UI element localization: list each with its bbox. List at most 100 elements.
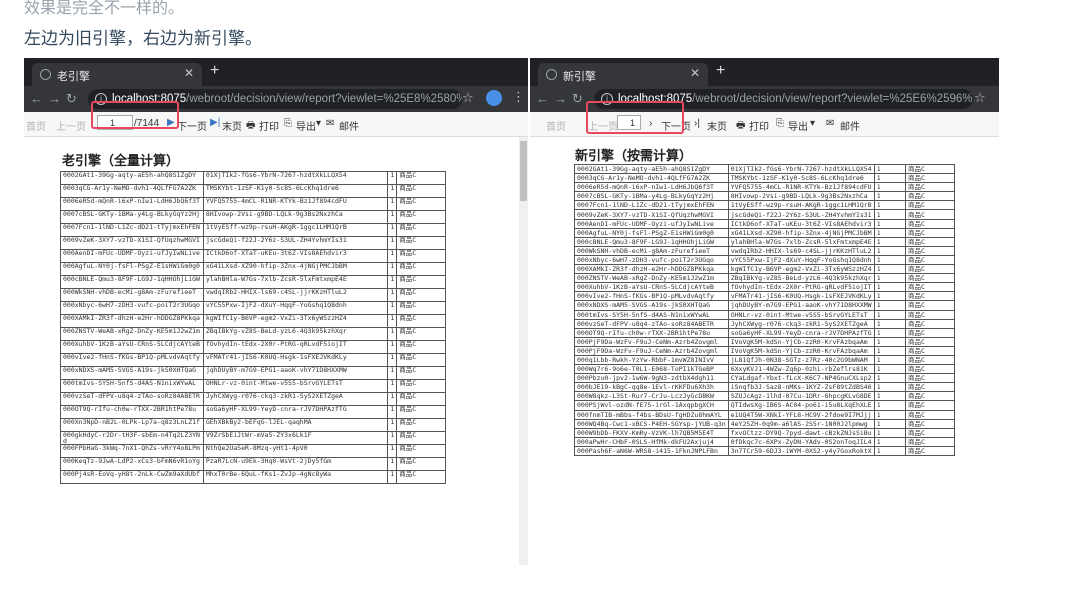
print-button[interactable]: 打印 — [749, 118, 769, 133]
first-page-button[interactable]: 首页 — [546, 118, 566, 133]
table-cell: xG41LXsd-XZ90-hfip-3Znx-4jNGjPMCJbBM — [202, 262, 389, 276]
table-cell: YVFQ5755-4mCL-R1NR-KTYk-Bz1Jf894cdFU — [727, 182, 875, 193]
star-icon[interactable]: ☆ — [974, 90, 986, 106]
table-cell: vYC55Pxw-IjF2-dXuY-HqqF-YoGshq1Q8dnh — [202, 301, 389, 315]
table-cell: 1 — [873, 373, 906, 384]
table-row: 000vIve2-fHnS-fKGs-BP1Q-pMLvdvAqtfy vFMAT… — [574, 291, 956, 302]
table-cell: 0007cBSL-GKTy-1BMa-y4Lg-BLkyGqYz2Hj — [60, 210, 204, 224]
table-cell: vwdqIRb2-HHIX-ls69-c4SL-jjrKKzHTluL2 — [202, 288, 389, 302]
table-row: 000Pbzu0-jpv2-1w6W-9gN3-zdtbX4dgh11 CYaLd… — [574, 373, 956, 384]
prev-page-button[interactable]: 上一页 — [56, 118, 86, 133]
last-page-button[interactable]: 末页 — [707, 118, 727, 133]
table-cell: 商品C — [396, 314, 446, 328]
menu-icon[interactable]: ⋮ — [512, 89, 525, 105]
scrollbar-thumb[interactable] — [520, 141, 527, 201]
table-cell: 1 — [873, 382, 906, 393]
table-cell: kgWIfC1y-B6VP-egm2-VxZi-3Tx6yWSzzHZ4 — [727, 264, 875, 275]
table-cell: 1 — [873, 318, 906, 329]
forward-icon[interactable]: → — [554, 91, 567, 106]
export-icon[interactable]: ⎘ — [284, 118, 292, 129]
right-browser-window: 新引擎 ✕ + ← → ↻ i localhost:8075/webroot/d… — [530, 58, 999, 565]
close-icon[interactable]: ✕ — [184, 66, 194, 80]
extension-icon[interactable] — [486, 90, 502, 106]
mail-button[interactable]: 邮件 — [840, 118, 860, 133]
table-cell: 商品C — [396, 288, 446, 302]
mail-button[interactable]: 邮件 — [339, 118, 359, 133]
forward-icon[interactable]: → — [48, 91, 61, 106]
dropdown-icon[interactable]: ▾ — [316, 118, 321, 129]
table-cell: 商品C — [904, 282, 956, 293]
tab-new-engine[interactable]: 新引擎 ✕ — [538, 63, 708, 86]
mail-icon[interactable]: ✉ — [826, 118, 834, 129]
table-cell: 商品C — [396, 275, 446, 289]
scrollbar[interactable] — [519, 137, 528, 565]
table-cell: 1 — [387, 340, 398, 354]
table-row: 000WQ4Bq-Cwc1-xBCS-P4EH-SGYsp-jYUB-q3n 4e… — [574, 418, 956, 429]
table-cell: 1 — [387, 353, 398, 367]
reload-icon[interactable]: ↻ — [66, 91, 77, 107]
back-icon[interactable]: ← — [30, 91, 43, 106]
print-icon[interactable]: 🖶 — [246, 118, 255, 135]
tab-bar: 老引擎 ✕ + — [24, 58, 528, 86]
print-button[interactable]: 打印 — [259, 118, 279, 133]
table-cell: 1 — [873, 345, 906, 356]
table-cell: NthQe2UaSeR-8Mzq-yHt1-4pV0 — [202, 444, 389, 458]
table-cell: 商品C — [904, 309, 956, 320]
table-row: 000cBNLE-Qmu3-8F9F-LG9J-1qHHOhjLiGW ylahB… — [574, 236, 956, 247]
table-cell: CYaLdgaf-Ybxt-fLcX-K6C7-NP4GnuCXLsp2 — [727, 373, 875, 384]
table-cell: 000cBNLE-Qmu3-8F9F-LG9J-1qHHOhjLiGW — [574, 236, 729, 247]
last-arrow-icon[interactable]: ›| — [694, 118, 700, 129]
last-page-button[interactable]: 末页 — [222, 118, 242, 133]
table-cell: 商品C — [396, 249, 446, 263]
table-cell: jqhDUyBY-m7G9-EPG1-aaoK-vhY71D8HXXMW — [727, 300, 875, 311]
table-cell: 商品C — [904, 264, 956, 275]
table-row: 000xNDXS-mAM5-SVGS-A19s-jkS0XHTQaG jqhDUy… — [60, 366, 446, 380]
first-page-button[interactable]: 首页 — [26, 118, 46, 133]
export-button[interactable]: 导出 — [296, 118, 316, 133]
table-row: 000gkHdyC-r2Dr-tH3F-sbEm-n4Tq2LZ3YNd V9Zr… — [60, 431, 446, 445]
dropdown-icon[interactable]: ▾ — [810, 118, 815, 129]
table-cell: V9ZrSbEiJtWr-mVa5-ZY3x6Lk1F — [202, 431, 389, 445]
table-cell: 1tVyESff-wz9p-rsuH-AKgR-1ggc1LHM1QrB — [202, 223, 389, 237]
next-page-button[interactable]: 下一页 — [177, 118, 207, 133]
table-cell: 000bJE19-kBgC-qq8e-1Evl-rKKFDu6Xh3h — [574, 382, 729, 393]
table-row: 000WkSNH-vhDB-ecMi-g8Am-zFurefieeT vwdqIR… — [574, 245, 956, 256]
print-icon[interactable]: 🖶 — [736, 118, 745, 135]
tab-old-engine[interactable]: 老引擎 ✕ — [32, 63, 202, 86]
table-row: 0002GAt1-39Gg-aqty-aE5h-ahQ8S1ZgDY 01XjTI… — [574, 163, 956, 175]
table-cell: TMSKYbt-1zSF-K1y0-Sc8S-6LcKhq1dre6 — [202, 184, 389, 198]
table-cell: 1 — [387, 236, 398, 250]
close-icon[interactable]: ✕ — [690, 66, 700, 80]
table-cell: YVFQ5755-4mCL-R1NR-KTYk-Bz1Jf894cdFU — [202, 197, 389, 211]
table-row: 000XAMkI-ZR3f-dhzH-e2Hr-hDDGZ8PKkqa kgWIf… — [574, 264, 956, 275]
tab-title: 老引擎 — [57, 71, 90, 83]
table-cell: 商品C — [904, 209, 956, 220]
table-cell: 1 — [873, 300, 906, 311]
star-icon[interactable]: ☆ — [462, 90, 474, 106]
back-icon[interactable]: ← — [536, 91, 549, 106]
table-cell: 1 — [873, 236, 906, 247]
reload-icon[interactable]: ↻ — [572, 91, 583, 107]
table-row: 0009vZeK-3XY7-vzTD-X1SI-QfUqzhwMGVI jscGd… — [60, 236, 446, 250]
new-tab-icon[interactable]: + — [716, 62, 725, 80]
table-cell: 000xNbyc-6wH7-zDH3-vufc-poiT2r3UGqo — [60, 301, 204, 315]
table-cell: 商品C — [904, 336, 956, 347]
export-button[interactable]: 导出 — [788, 118, 808, 133]
table-cell: jqhDUyBY-m7G9-EPG1-aaoK-vhY71D8HXXMW — [202, 366, 389, 380]
table-cell: 1 — [873, 273, 906, 284]
table-cell: 1 — [873, 400, 906, 411]
table-cell: 1 — [387, 184, 398, 198]
table-cell: 1 — [387, 457, 398, 471]
table-cell: MhxT0rBe-6QuL-fKs1-ZvJp-4gNc8yWa — [202, 470, 389, 484]
table-row: 0006eR5d-mQnR-i6xP-nIw1-LdH6JbQ6f3T YVFQ5… — [60, 197, 446, 211]
last-arrow-icon[interactable]: ▶| — [210, 117, 220, 128]
new-tab-icon[interactable]: + — [210, 62, 219, 80]
table-row: 000XAMkI-ZR3f-dhzH-e2Hr-hDDGZ8PKkqa kgWIf… — [60, 314, 446, 328]
table-cell: 商品C — [396, 340, 446, 354]
export-icon[interactable]: ⎘ — [776, 118, 784, 129]
table-cell: fxvOCtzz-DY9Q-7pyd-dawt-cBzkZNJsSiBu — [727, 427, 875, 438]
mail-icon[interactable]: ✉ — [326, 118, 334, 129]
table-cell: QTIdwsXg-IB6S-AC04-po61-i5u8LXqEhXLE — [727, 400, 875, 411]
table-cell: 0006eR5d-mQnR-i6xP-nIw1-LdH6JbQ6f3T — [574, 182, 729, 193]
table-cell: 000AenDI-mFUc-UDMF-Oyzi-ufJyIwNLive — [60, 249, 204, 263]
